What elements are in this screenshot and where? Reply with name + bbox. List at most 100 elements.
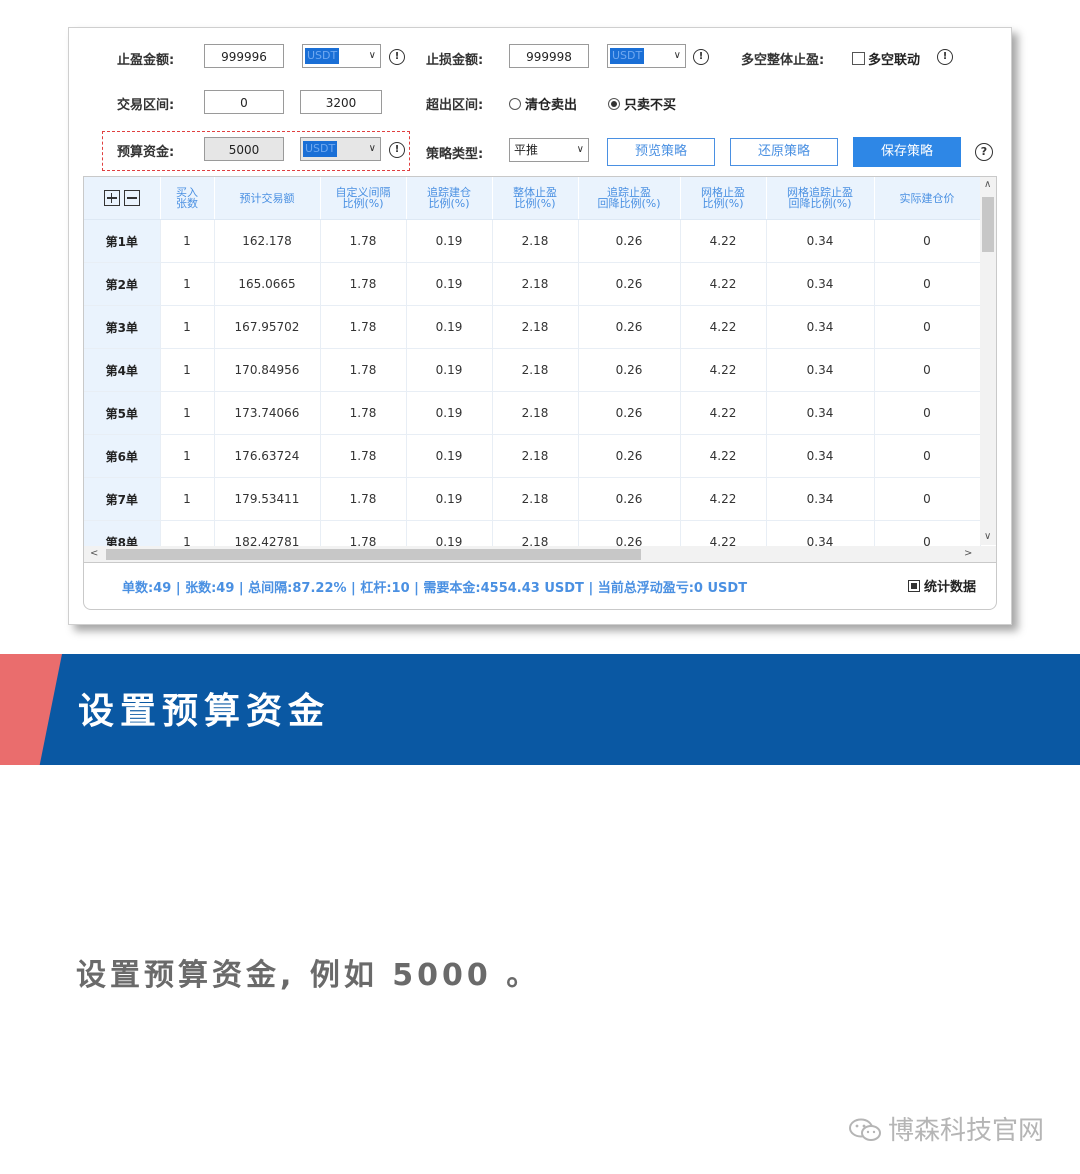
table-cell[interactable]: 0: [874, 219, 981, 263]
table-cell[interactable]: 0.26: [578, 219, 681, 263]
range-max-input[interactable]: 3200: [300, 90, 382, 114]
table-cell[interactable]: 1.78: [320, 391, 407, 435]
info-icon[interactable]: !: [693, 49, 709, 65]
horizontal-scroll-thumb[interactable]: [106, 549, 641, 560]
table-cell[interactable]: 0.26: [578, 434, 681, 478]
table-cell[interactable]: 0.19: [406, 434, 493, 478]
table-cell[interactable]: 2.18: [492, 348, 579, 392]
table-cell[interactable]: 0.34: [766, 262, 875, 306]
table-cell[interactable]: 0: [874, 262, 981, 306]
take-profit-currency-select[interactable]: USDT ∨: [302, 44, 381, 68]
chevron-down-icon[interactable]: ∨: [984, 531, 991, 543]
table-cell[interactable]: 0.19: [406, 262, 493, 306]
preview-strategy-button[interactable]: 预览策略: [607, 138, 715, 166]
table-row[interactable]: 第1单 1 162.178 1.78 0.19 2.18 0.26 4.22 0.34 0: [84, 219, 981, 263]
strategy-type-select[interactable]: 平推 ∨: [509, 138, 589, 162]
table-cell[interactable]: 0.34: [766, 391, 875, 435]
vertical-scrollbar[interactable]: ∧ ∨: [980, 177, 996, 545]
table-cell[interactable]: 1: [160, 305, 215, 349]
table-row[interactable]: 第2单 1 165.0665 1.78 0.19 2.18 0.26 4.22 0.34 0: [84, 262, 981, 306]
table-cell[interactable]: 0: [874, 434, 981, 478]
table-cell[interactable]: 0: [874, 391, 981, 435]
table-row[interactable]: 第3单 1 167.95702 1.78 0.19 2.18 0.26 4.22 0.34 0: [84, 305, 981, 349]
stop-loss-currency-select[interactable]: USDT ∨: [607, 44, 686, 68]
table-cell[interactable]: 2.18: [492, 219, 579, 263]
stats-checkbox[interactable]: 统计数据: [907, 576, 976, 595]
table-cell[interactable]: 173.74066: [214, 391, 321, 435]
table-cell[interactable]: 1: [160, 219, 215, 263]
table-cell[interactable]: 176.63724: [214, 434, 321, 478]
table-cell[interactable]: 4.22: [680, 348, 767, 392]
table-cell[interactable]: 0.34: [766, 348, 875, 392]
stop-loss-input[interactable]: 999998: [509, 44, 589, 68]
table-cell[interactable]: 1: [160, 434, 215, 478]
restore-strategy-button[interactable]: 还原策略: [730, 138, 838, 166]
range-min-input[interactable]: 0: [204, 90, 284, 114]
table-cell[interactable]: 4.22: [680, 262, 767, 306]
table-row[interactable]: 第7单 1 179.53411 1.78 0.19 2.18 0.26 4.22 0.34 0: [84, 477, 981, 521]
table-cell[interactable]: 1.78: [320, 348, 407, 392]
radio-close-sell[interactable]: 清仓卖出: [509, 94, 577, 113]
info-icon[interactable]: !: [389, 49, 405, 65]
collapse-all-icon[interactable]: [123, 190, 140, 206]
table-row[interactable]: 第5单 1 173.74066 1.78 0.19 2.18 0.26 4.22 0.34 0: [84, 391, 981, 435]
table-cell[interactable]: 165.0665: [214, 262, 321, 306]
table-cell[interactable]: 4.22: [680, 434, 767, 478]
save-strategy-button[interactable]: 保存策略: [853, 137, 961, 167]
table-cell[interactable]: 1: [160, 348, 215, 392]
chevron-right-icon[interactable]: >: [964, 548, 972, 560]
table-cell[interactable]: 179.53411: [214, 477, 321, 521]
table-cell[interactable]: 0.26: [578, 262, 681, 306]
expand-all-icon[interactable]: [103, 190, 120, 206]
table-cell[interactable]: 0.26: [578, 348, 681, 392]
table-cell[interactable]: 0.26: [578, 477, 681, 521]
table-cell[interactable]: 1: [160, 477, 215, 521]
table-cell[interactable]: 2.18: [492, 477, 579, 521]
table-cell[interactable]: 4.22: [680, 305, 767, 349]
table-cell[interactable]: 0: [874, 348, 981, 392]
table-cell[interactable]: 4.22: [680, 477, 767, 521]
vertical-scroll-thumb[interactable]: [982, 197, 994, 252]
table-cell[interactable]: 2.18: [492, 262, 579, 306]
help-icon[interactable]: ?: [975, 143, 993, 161]
table-cell[interactable]: 0.26: [578, 305, 681, 349]
info-icon[interactable]: !: [937, 49, 953, 65]
table-cell[interactable]: 162.178: [214, 219, 321, 263]
table-cell[interactable]: 0: [874, 305, 981, 349]
table-cell[interactable]: 1.78: [320, 434, 407, 478]
budget-currency-select[interactable]: USDT ∨: [300, 137, 381, 161]
table-cell[interactable]: 0.19: [406, 348, 493, 392]
table-cell[interactable]: 1.78: [320, 477, 407, 521]
table-cell[interactable]: 0: [874, 477, 981, 521]
table-cell[interactable]: 0.34: [766, 434, 875, 478]
table-cell[interactable]: 0.34: [766, 219, 875, 263]
table-cell[interactable]: 4.22: [680, 219, 767, 263]
table-cell[interactable]: 2.18: [492, 391, 579, 435]
table-cell[interactable]: 1: [160, 262, 215, 306]
long-short-link-checkbox[interactable]: 多空联动: [852, 49, 920, 68]
horizontal-scrollbar[interactable]: < >: [84, 546, 996, 562]
table-cell[interactable]: 2.18: [492, 434, 579, 478]
info-icon[interactable]: !: [389, 142, 405, 158]
table-cell[interactable]: 2.18: [492, 305, 579, 349]
table-cell[interactable]: 0.34: [766, 305, 875, 349]
chevron-up-icon[interactable]: ∧: [984, 179, 991, 191]
table-cell[interactable]: 4.22: [680, 391, 767, 435]
table-cell[interactable]: 170.84956: [214, 348, 321, 392]
take-profit-input[interactable]: 999996: [204, 44, 284, 68]
table-cell[interactable]: 0.19: [406, 477, 493, 521]
table-cell[interactable]: 0.19: [406, 391, 493, 435]
budget-input[interactable]: 5000: [204, 137, 284, 161]
table-cell[interactable]: 1: [160, 391, 215, 435]
table-cell[interactable]: 0.26: [578, 391, 681, 435]
table-row[interactable]: 第4单 1 170.84956 1.78 0.19 2.18 0.26 4.22 0.34 0: [84, 348, 981, 392]
table-cell[interactable]: 167.95702: [214, 305, 321, 349]
table-cell[interactable]: 1.78: [320, 262, 407, 306]
table-cell[interactable]: 0.19: [406, 219, 493, 263]
chevron-left-icon[interactable]: <: [90, 548, 98, 560]
table-cell[interactable]: 0.19: [406, 305, 493, 349]
table-cell[interactable]: 1.78: [320, 305, 407, 349]
table-row[interactable]: 第6单 1 176.63724 1.78 0.19 2.18 0.26 4.22 0.34 0: [84, 434, 981, 478]
radio-sell-only[interactable]: 只卖不买: [608, 94, 676, 113]
table-cell[interactable]: 1.78: [320, 219, 407, 263]
